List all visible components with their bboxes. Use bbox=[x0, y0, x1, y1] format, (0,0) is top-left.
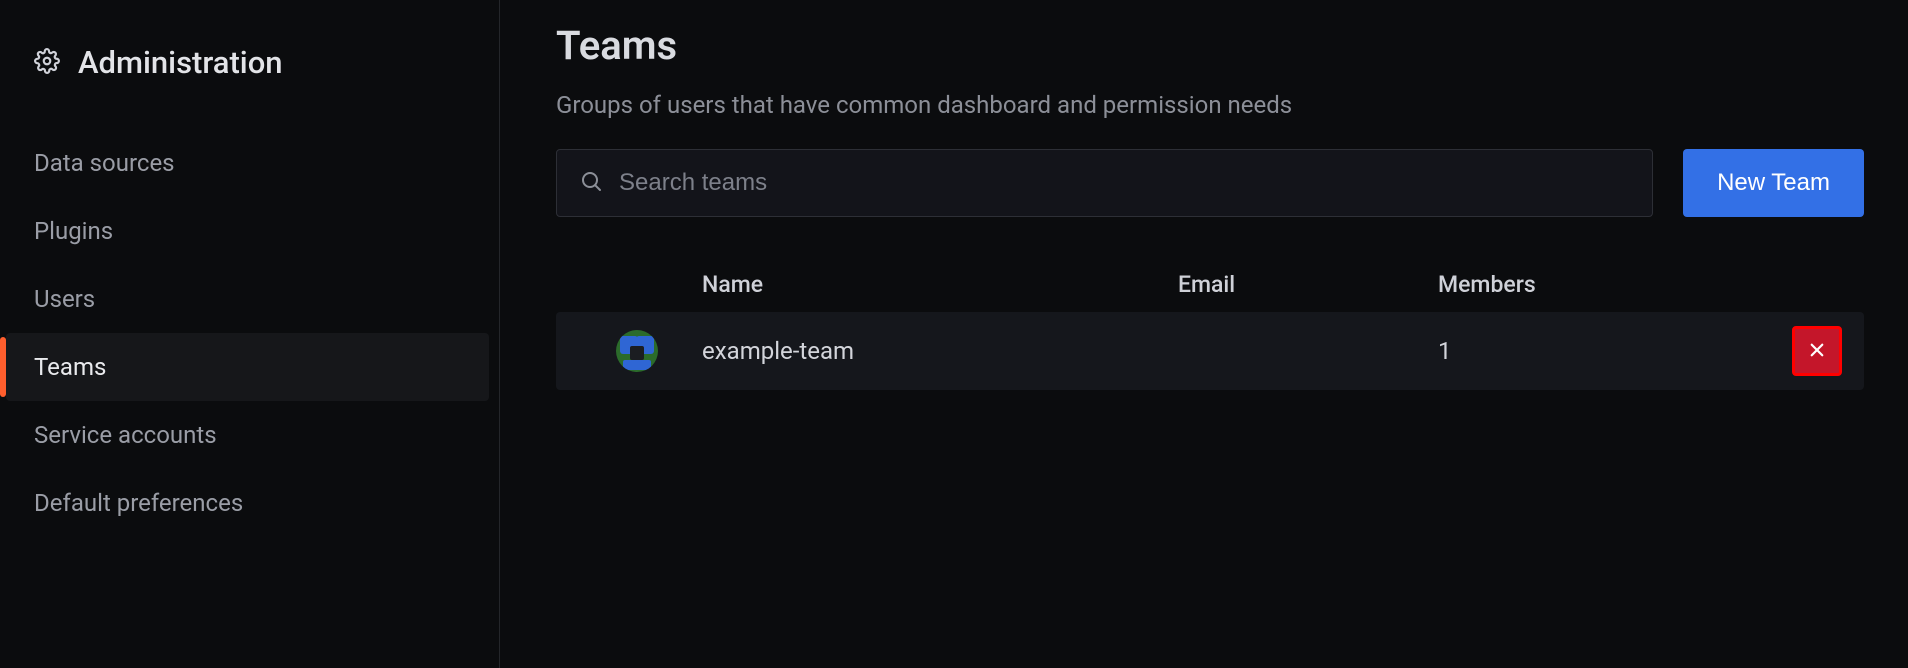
cell-name: example-team bbox=[702, 337, 1178, 365]
column-header-members: Members bbox=[1438, 271, 1738, 298]
team-avatar bbox=[616, 330, 658, 372]
sidebar-item-label: Users bbox=[34, 285, 95, 313]
sidebar-item-label: Plugins bbox=[34, 217, 113, 245]
sidebar-nav: Data sources Plugins Users Teams Service… bbox=[0, 129, 499, 537]
page-subtitle: Groups of users that have common dashboa… bbox=[556, 91, 1864, 119]
search-input[interactable] bbox=[619, 169, 1630, 197]
sidebar-item-label: Default preferences bbox=[34, 489, 243, 517]
table-header: Name Email Members bbox=[556, 257, 1864, 312]
toolbar: New Team bbox=[556, 149, 1864, 217]
sidebar-item-label: Teams bbox=[34, 353, 106, 381]
sidebar: Administration Data sources Plugins User… bbox=[0, 0, 500, 668]
gear-icon bbox=[34, 48, 60, 78]
search-icon bbox=[579, 169, 603, 197]
column-header-email: Email bbox=[1178, 271, 1438, 298]
sidebar-item-service-accounts[interactable]: Service accounts bbox=[0, 401, 499, 469]
sidebar-header: Administration bbox=[0, 32, 499, 129]
column-header-name: Name bbox=[702, 271, 1178, 298]
sidebar-item-data-sources[interactable]: Data sources bbox=[0, 129, 499, 197]
delete-team-button[interactable] bbox=[1792, 326, 1842, 376]
cell-members: 1 bbox=[1438, 337, 1738, 365]
page-title: Teams bbox=[556, 22, 1864, 69]
sidebar-item-label: Data sources bbox=[34, 149, 175, 177]
new-team-button[interactable]: New Team bbox=[1683, 149, 1864, 217]
main-content: Teams Groups of users that have common d… bbox=[500, 0, 1908, 668]
sidebar-item-default-preferences[interactable]: Default preferences bbox=[0, 469, 499, 537]
sidebar-item-label: Service accounts bbox=[34, 421, 217, 449]
teams-table: Name Email Members example-team 1 bbox=[556, 257, 1864, 390]
search-field[interactable] bbox=[556, 149, 1653, 217]
close-icon bbox=[1808, 337, 1826, 365]
table-row[interactable]: example-team 1 bbox=[556, 312, 1864, 390]
sidebar-item-plugins[interactable]: Plugins bbox=[0, 197, 499, 265]
sidebar-item-users[interactable]: Users bbox=[0, 265, 499, 333]
sidebar-item-teams[interactable]: Teams bbox=[6, 333, 489, 401]
sidebar-title: Administration bbox=[78, 44, 283, 81]
